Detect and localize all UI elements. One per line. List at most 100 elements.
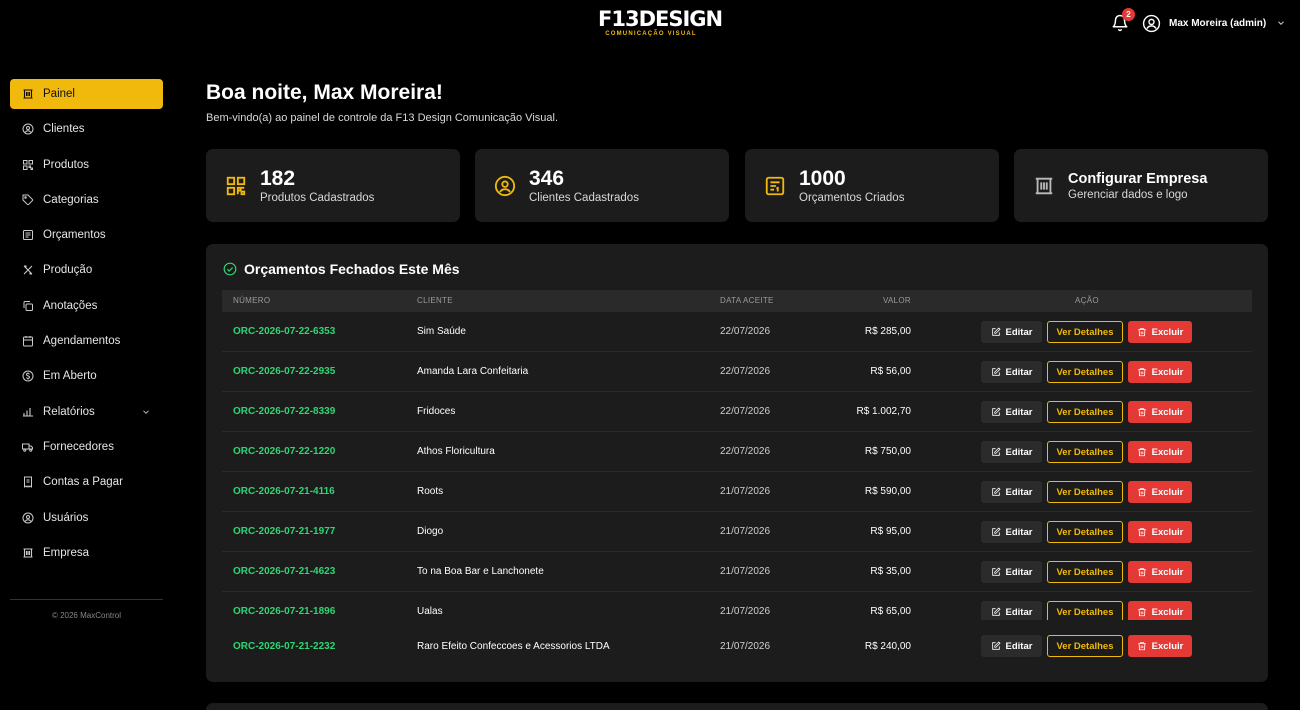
trash-icon	[1137, 642, 1146, 651]
client-name: Roots	[417, 486, 444, 497]
quote-value: R$ 750,00	[864, 446, 911, 457]
sidebar-item-orcamentos[interactable]: Orçamentos	[10, 220, 163, 250]
table-row: ORC-2026-07-21-1896 Ualas 21/07/2026 R$ 65,…	[222, 592, 1252, 620]
user-menu[interactable]: Max Moreira (admin)	[1142, 13, 1286, 33]
pencil-icon	[991, 607, 1001, 616]
quote-number[interactable]: ORC-2026-07-22-1220	[233, 446, 335, 457]
invoice-icon	[765, 176, 785, 195]
qr-code-icon	[226, 176, 246, 195]
sidebar-item-contas-a-pagar[interactable]: Contas a Pagar	[10, 467, 163, 497]
delete-button[interactable]: Excluir	[1128, 561, 1192, 583]
stat-card-orcamentos[interactable]: 1000 Orçamentos Criados	[745, 149, 999, 222]
stat-value: 346	[529, 167, 565, 190]
edit-button[interactable]: Editar	[981, 601, 1042, 620]
edit-button[interactable]: Editar	[981, 321, 1042, 343]
table-row: ORC-2026-07-21-4623 To na Boa Bar e Lanch…	[222, 552, 1252, 592]
client-name: Raro Efeito Confeccoes e Acessorios LTDA	[417, 641, 610, 652]
table-row: ORC-2026-07-21-4116 Roots 21/07/2026 R$ 590…	[222, 472, 1252, 512]
edit-label: Editar	[1005, 406, 1033, 418]
stat-card-produtos[interactable]: 182 Produtos Cadastrados	[206, 149, 460, 222]
details-button[interactable]: Ver Detalhes	[1047, 601, 1123, 620]
accept-date: 21/07/2026	[720, 486, 771, 497]
quote-number[interactable]: ORC-2026-07-21-1896	[233, 606, 335, 617]
delete-button[interactable]: Excluir	[1128, 401, 1192, 423]
quote-number[interactable]: ORC-2026-07-22-6353	[233, 326, 335, 337]
sidebar-item-usuarios[interactable]: Usuários	[10, 503, 163, 533]
table-row: ORC-2026-07-21-1977 Diogo 21/07/2026 R$ 95,…	[222, 512, 1252, 552]
sidebar-item-empresa[interactable]: Empresa	[10, 538, 163, 568]
client-name: Amanda Lara Confeitaria	[417, 366, 529, 377]
delete-button[interactable]: Excluir	[1128, 601, 1192, 620]
edit-label: Editar	[1005, 326, 1033, 338]
edit-label: Editar	[1005, 566, 1033, 578]
stat-label: Clientes Cadastrados	[529, 192, 639, 204]
sidebar-item-clientes[interactable]: Clientes	[10, 114, 163, 144]
quote-number[interactable]: ORC-2026-07-22-2935	[233, 366, 335, 377]
delete-button[interactable]: Excluir	[1128, 521, 1192, 543]
quote-number[interactable]: ORC-2026-07-21-1977	[233, 526, 335, 537]
sidebar-item-em-aberto[interactable]: Em Aberto	[10, 361, 163, 391]
row-actions: Editar Ver Detalhes Excluir	[981, 601, 1192, 620]
delete-button[interactable]: Excluir	[1128, 635, 1192, 657]
trash-icon	[1137, 568, 1146, 577]
details-button[interactable]: Ver Detalhes	[1047, 401, 1123, 423]
table-row: ORC-2026-07-22-1220 Athos Floricultura 22/…	[222, 432, 1252, 472]
delete-label: Excluir	[1151, 446, 1184, 458]
brand-logo[interactable]: F13DESIGN COMUNICAÇÃO VISUAL	[598, 8, 723, 37]
edit-button[interactable]: Editar	[981, 481, 1042, 503]
details-button[interactable]: Ver Detalhes	[1047, 361, 1123, 383]
delete-button[interactable]: Excluir	[1128, 361, 1192, 383]
details-button[interactable]: Ver Detalhes	[1047, 635, 1123, 657]
stat-card-configurar-empresa[interactable]: Configurar Empresa Gerenciar dados e log…	[1014, 149, 1268, 222]
stat-card-clientes[interactable]: 346 Clientes Cadastrados	[475, 149, 729, 222]
client-name: Diogo	[417, 526, 444, 537]
column-header-acao: AÇÃO	[1075, 296, 1099, 305]
quote-value: R$ 1.002,70	[856, 406, 912, 417]
edit-button[interactable]: Editar	[981, 635, 1042, 657]
pencil-icon	[991, 407, 1001, 416]
quote-number[interactable]: ORC-2026-07-21-2232	[233, 641, 335, 652]
delete-button[interactable]: Excluir	[1128, 481, 1192, 503]
delete-label: Excluir	[1151, 406, 1184, 418]
details-button[interactable]: Ver Detalhes	[1047, 521, 1123, 543]
sidebar-item-label: Anotações	[43, 299, 98, 312]
quote-number[interactable]: ORC-2026-07-22-8339	[233, 406, 335, 417]
sidebar-item-fornecedores[interactable]: Fornecedores	[10, 432, 163, 462]
sidebar-item-produtos[interactable]: Produtos	[10, 150, 163, 180]
dollar-icon	[22, 370, 34, 382]
edit-button[interactable]: Editar	[981, 441, 1042, 463]
closed-quotes-panel: Orçamentos Fechados Este Mês NÚMERO CLIE…	[206, 244, 1268, 682]
edit-button[interactable]: Editar	[981, 561, 1042, 583]
sidebar-item-label: Produção	[43, 264, 93, 277]
quote-number[interactable]: ORC-2026-07-21-4623	[233, 566, 335, 577]
delete-button[interactable]: Excluir	[1128, 441, 1192, 463]
sidebar-item-categorias[interactable]: Categorias	[10, 185, 163, 215]
sidebar-item-agendamentos[interactable]: Agendamentos	[10, 326, 163, 356]
edit-button[interactable]: Editar	[981, 521, 1042, 543]
secondary-panel	[206, 703, 1268, 710]
building-icon	[1035, 177, 1053, 194]
chevron-down-icon	[1278, 21, 1285, 25]
details-button[interactable]: Ver Detalhes	[1047, 441, 1123, 463]
sidebar-item-label: Categorias	[43, 193, 99, 206]
sidebar-item-label: Agendamentos	[43, 335, 121, 348]
pencil-icon	[991, 367, 1001, 376]
sidebar-item-label: Em Aberto	[43, 370, 97, 383]
edit-button[interactable]: Editar	[981, 401, 1042, 423]
details-button[interactable]: Ver Detalhes	[1047, 321, 1123, 343]
client-name: Sim Saúde	[417, 326, 466, 337]
sidebar-item-relatorios[interactable]: Relatórios	[10, 397, 163, 427]
delete-label: Excluir	[1151, 526, 1184, 538]
details-button[interactable]: Ver Detalhes	[1047, 561, 1123, 583]
client-name: To na Boa Bar e Lanchonete	[417, 566, 544, 577]
sidebar-item-painel[interactable]: Painel	[10, 79, 163, 109]
accept-date: 21/07/2026	[720, 566, 771, 577]
quote-number[interactable]: ORC-2026-07-21-4116	[233, 486, 335, 497]
delete-button[interactable]: Excluir	[1128, 321, 1192, 343]
details-button[interactable]: Ver Detalhes	[1047, 481, 1123, 503]
sidebar-item-producao[interactable]: Produção	[10, 255, 163, 285]
edit-button[interactable]: Editar	[981, 361, 1042, 383]
quote-value: R$ 56,00	[870, 366, 911, 377]
sidebar-item-anotacoes[interactable]: Anotações	[10, 291, 163, 321]
edit-label: Editar	[1005, 486, 1033, 498]
